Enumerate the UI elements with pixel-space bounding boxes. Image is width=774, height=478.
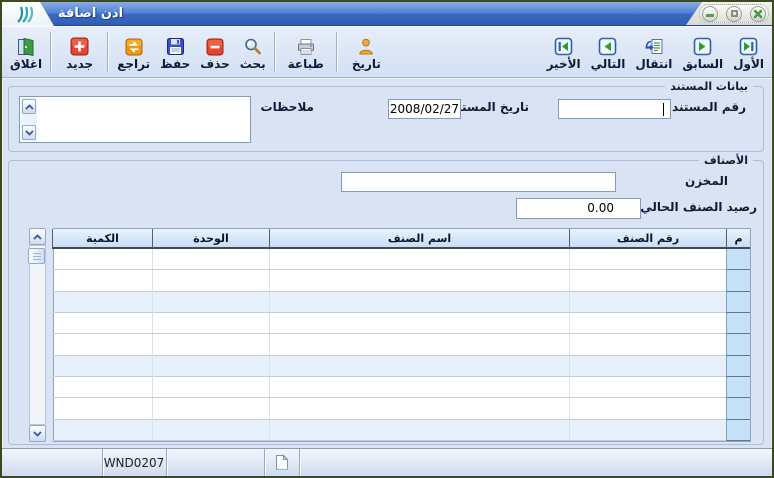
table-row[interactable]	[54, 292, 750, 313]
document-status-icon	[265, 449, 298, 476]
nav-previous-button[interactable]: السابق	[677, 29, 728, 75]
goto-record-icon	[644, 36, 664, 57]
toolbar-separator	[336, 32, 338, 72]
window-title: اذن اضافة	[58, 2, 123, 26]
text-caret	[663, 103, 664, 116]
balance-field[interactable]: 0.00	[516, 198, 641, 219]
table-row[interactable]	[54, 334, 750, 355]
close-window-button[interactable]	[750, 6, 766, 22]
first-record-icon	[739, 36, 758, 57]
items-groupbox-legend: الأصناف	[699, 153, 753, 168]
scroll-down-button[interactable]	[22, 125, 36, 140]
toolbar-separator	[107, 32, 109, 72]
toolbar-separator	[274, 32, 276, 72]
plus-icon	[70, 36, 89, 57]
table-row[interactable]	[54, 313, 750, 334]
print-button[interactable]: طباعة	[283, 29, 329, 75]
nav-first-button[interactable]: الأول	[728, 29, 769, 75]
statusbar-divider	[299, 449, 301, 476]
doc-number-label: رقم المستند	[672, 100, 746, 114]
chevron-down-icon	[25, 130, 34, 136]
chevron-down-icon	[33, 431, 42, 437]
minimize-button[interactable]	[702, 6, 718, 22]
next-record-icon	[598, 36, 617, 57]
items-groupbox: الأصناف المخزن رصيد الصنف الحالي: 0.00 م…	[8, 160, 764, 445]
doc-number-field[interactable]	[558, 99, 671, 119]
column-header-quantity[interactable]: الكمية	[52, 229, 152, 249]
table-row[interactable]	[54, 270, 750, 291]
table-row[interactable]	[54, 420, 750, 441]
column-header-item-number[interactable]: رقم الصنف	[569, 229, 726, 249]
table-row[interactable]	[54, 249, 750, 270]
scrollbar-thumb[interactable]	[28, 248, 45, 264]
table-scrollbar[interactable]	[29, 228, 46, 442]
notes-label: ملاحظات	[261, 100, 314, 114]
document-data-groupbox: بيانات المستند رقم المستند تاريخ المستند…	[8, 86, 764, 152]
doc-date-label: تاريخ المستند	[450, 100, 529, 114]
table-body	[54, 249, 750, 441]
statusbar-divider	[166, 449, 168, 476]
save-button[interactable]: حفظ	[155, 29, 195, 75]
status-bar: WND0207	[2, 448, 772, 476]
column-header-unit[interactable]: الوحدة	[152, 229, 269, 249]
store-field[interactable]	[341, 172, 616, 192]
balance-label: رصيد الصنف الحالي:	[635, 200, 757, 214]
undo-icon	[125, 36, 143, 57]
table-row[interactable]	[54, 377, 750, 398]
search-button[interactable]: بحث	[235, 29, 271, 75]
column-header-index[interactable]: م	[726, 229, 750, 249]
previous-record-icon	[693, 36, 712, 57]
table-header-row: م رقم الصنف اسم الصنف الوحدة الكمية	[54, 229, 750, 249]
nav-next-button[interactable]: التالي	[586, 29, 631, 75]
notes-field[interactable]	[19, 96, 251, 143]
search-icon	[243, 36, 263, 57]
person-icon	[357, 36, 375, 57]
app-window: اذن اضافة اغلاق	[0, 0, 774, 478]
last-record-icon	[554, 36, 573, 57]
undo-button[interactable]: تراجع	[112, 29, 155, 75]
doc-date-field[interactable]: 2008/02/27	[388, 99, 461, 119]
window-controls	[699, 4, 769, 23]
title-bar: اذن اضافة	[2, 2, 772, 26]
table-row[interactable]	[54, 398, 750, 419]
scroll-up-button[interactable]	[22, 99, 36, 114]
scroll-up-button[interactable]	[29, 228, 46, 245]
exit-door-icon	[16, 36, 36, 57]
store-label: المخزن	[685, 174, 728, 188]
toolbar-separator	[50, 32, 52, 72]
maximize-button[interactable]	[726, 6, 742, 22]
maximize-icon	[731, 10, 738, 17]
items-table: م رقم الصنف اسم الصنف الوحدة الكمية	[53, 228, 751, 442]
chevron-up-icon	[33, 234, 42, 240]
nav-goto-button[interactable]: انتقال	[630, 29, 677, 75]
column-header-item-name[interactable]: اسم الصنف	[269, 229, 569, 249]
printer-icon	[296, 36, 316, 57]
toolbar: اغلاق جديد تراجع	[2, 26, 772, 78]
nav-last-button[interactable]: الأخير	[542, 29, 586, 75]
history-button[interactable]: تاريخ	[347, 29, 386, 75]
document-groupbox-legend: بيانات المستند	[665, 79, 753, 94]
floppy-disk-icon	[166, 36, 185, 57]
chevron-up-icon	[25, 104, 34, 110]
notes-scrollbar[interactable]	[21, 98, 37, 141]
scroll-down-button[interactable]	[29, 425, 46, 442]
delete-button[interactable]: حذف	[195, 29, 235, 75]
close-button[interactable]: اغلاق	[5, 29, 47, 75]
window-code-label: WND0207	[103, 449, 165, 476]
minus-icon	[206, 36, 224, 57]
table-row[interactable]	[54, 356, 750, 377]
minimize-icon	[706, 14, 714, 17]
new-button[interactable]: جديد	[61, 29, 98, 75]
close-icon	[753, 9, 763, 19]
